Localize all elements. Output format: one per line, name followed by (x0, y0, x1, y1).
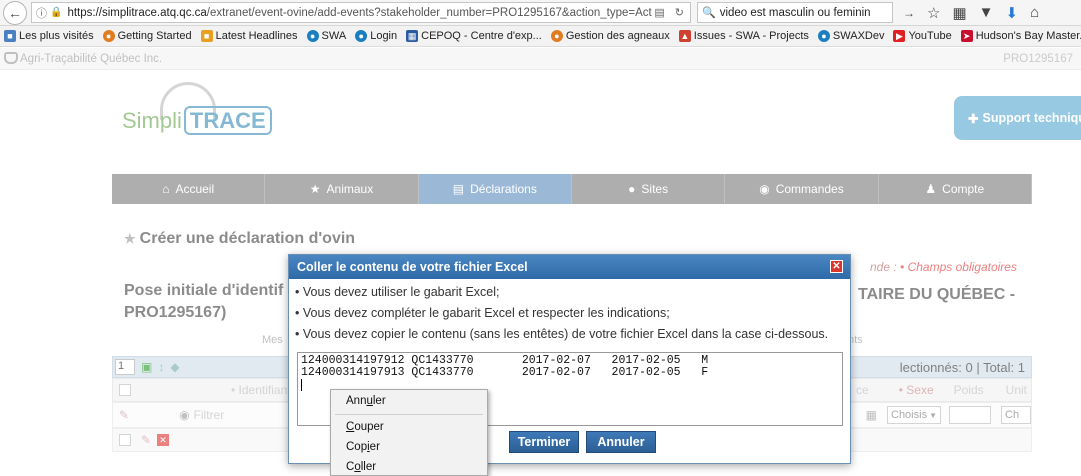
bookmark-item[interactable]: ● Getting Started (102, 30, 192, 42)
paste-text-pre: C (346, 461, 355, 473)
bookmark-item[interactable]: ➤ Hudson's Bay Master... (960, 30, 1081, 42)
instruction-line: • Vous devez compléter le gabarit Excel … (295, 306, 670, 320)
instruction-line: • Vous devez copier le contenu (sans les… (295, 327, 829, 341)
firefox-icon: ● (550, 30, 563, 42)
bookmark-label: YouTube (908, 30, 952, 42)
bookmark-label: Les plus visités (19, 30, 94, 42)
copy-text-pre: Cop (346, 441, 368, 453)
bookmark-label: Issues - SWA - Projects (693, 30, 809, 42)
search-field[interactable]: 🔍 video est masculin ou feminin (697, 2, 893, 23)
context-menu: Ann u ler Couper Cop i er Co ller (330, 389, 488, 476)
swa-icon: ● (355, 30, 368, 42)
youtube-icon: ▶ (893, 30, 906, 42)
context-undo[interactable]: Ann u ler (331, 390, 487, 412)
context-paste[interactable]: Co ller (331, 457, 487, 476)
swa-icon: ● (817, 30, 830, 42)
lock-icon: 🔒 (50, 7, 63, 18)
library-icon[interactable]: ▦ (952, 4, 966, 22)
search-text: video est masculin ou feminin (719, 6, 871, 19)
dialog-title: Coller le contenu de votre fichier Excel (289, 255, 850, 279)
pocket-icon[interactable]: ▼ (979, 4, 994, 21)
reader-view-icon[interactable]: ▤ (654, 6, 664, 19)
page-icon: ■ (4, 30, 16, 42)
bookmark-label: Hudson's Bay Master... (975, 30, 1081, 42)
instructions: • Vous devez utiliser le gabarit Excel; … (289, 279, 850, 348)
browser-toolbar: ← ⓘ 🔒 https://simplitrace.atq.qc.ca/extr… (0, 0, 1081, 26)
terminer-button[interactable]: Terminer (509, 431, 579, 453)
close-icon[interactable]: ✕ (830, 260, 843, 273)
paste-text-post: ller (360, 461, 377, 473)
firefox-icon: ● (102, 30, 115, 42)
jira-icon: ▲ (678, 30, 691, 42)
swa-icon: ● (306, 30, 319, 42)
bookmark-star-icon[interactable]: ☆ (927, 4, 940, 22)
bookmark-label: SWA (321, 30, 347, 42)
bookmark-label: Getting Started (117, 30, 192, 42)
bookmark-item[interactable]: ● SWAXDev (817, 30, 885, 42)
bookmark-item[interactable]: ▶ YouTube (893, 30, 952, 42)
bookmark-label: Latest Headlines (215, 30, 298, 42)
cut-text-post: ouper (354, 421, 384, 433)
bookmark-item[interactable]: ● Gestion des agneaux (550, 30, 670, 42)
context-copy[interactable]: Cop i er (331, 437, 487, 457)
url-field[interactable]: ⓘ 🔒 https://simplitrace.atq.qc.ca/extran… (31, 2, 691, 23)
menu-divider (335, 414, 483, 415)
undo-text-post: ler (372, 395, 386, 407)
table-icon: ▦ (406, 30, 419, 42)
bookmark-label: CEPOQ - Centre d'exp... (421, 30, 542, 42)
url-host: https://simplitrace.atq.qc.ca (67, 6, 207, 19)
undo-text-pre: Ann (346, 395, 367, 407)
bookmarks-bar: ■ Les plus visités ● Getting Started ■ Late… (0, 26, 1081, 47)
cut-accel: C (346, 421, 355, 433)
paste-line: 124000314197913 QC1433770 2017-02-07 201… (301, 366, 709, 379)
forward-search-icon[interactable]: → (903, 6, 915, 20)
bookmark-item[interactable]: ▦ CEPOQ - Centre d'exp... (406, 30, 542, 42)
bookmark-label: Gestion des agneaux (565, 30, 670, 42)
download-icon[interactable]: ⬇ (1006, 4, 1019, 22)
bookmark-item[interactable]: ■ Latest Headlines (200, 30, 298, 42)
back-arrow-icon[interactable]: ← (3, 0, 27, 25)
home-icon[interactable]: ⌂ (1030, 4, 1039, 21)
bookmark-item[interactable]: ● Login (355, 30, 397, 42)
url-path: /extranet/event-ovine/add-events?stakeho… (206, 6, 652, 19)
reload-icon[interactable]: ↻ (675, 6, 684, 19)
bookmark-label: Login (370, 30, 398, 42)
hudson-icon: ➤ (960, 30, 973, 42)
bookmark-item[interactable]: ● SWA (306, 30, 347, 42)
search-icon: 🔍 (702, 7, 716, 19)
annuler-button[interactable]: Annuler (586, 431, 656, 453)
text-caret (301, 379, 302, 391)
instruction-line: • Vous devez utiliser le gabarit Excel; (295, 285, 500, 299)
bookmark-item[interactable]: ■ Les plus visités (4, 30, 94, 42)
bookmark-item[interactable]: ▲ Issues - SWA - Projects (678, 30, 809, 42)
info-icon[interactable]: ⓘ (36, 5, 47, 21)
context-cut[interactable]: Couper (331, 417, 487, 437)
rss-icon: ■ (200, 30, 213, 42)
bookmark-label: SWAXDev (832, 30, 885, 42)
copy-text-post: er (369, 441, 380, 453)
